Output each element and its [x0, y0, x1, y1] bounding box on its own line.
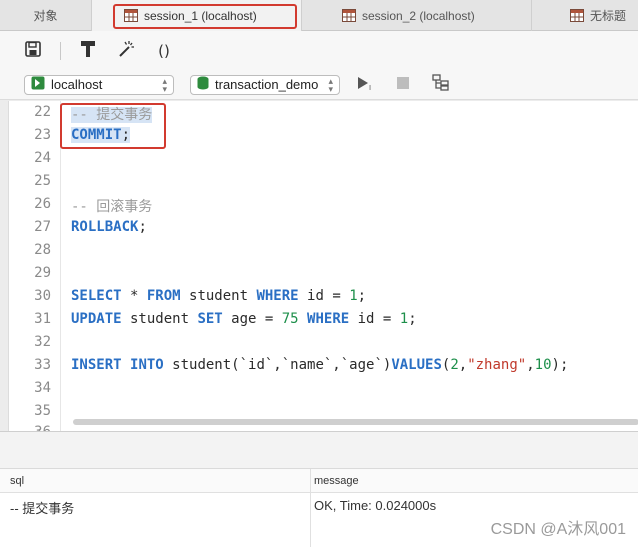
stop-icon: [397, 77, 409, 92]
tab-label: 无标题: [590, 9, 627, 23]
toolbar-divider: [60, 41, 61, 60]
line-number: 32: [34, 334, 51, 350]
tab-label: session_1 (localhost): [144, 8, 257, 23]
code-line: INSERT INTO student(`id`,`name`,`age`)VA…: [71, 357, 569, 373]
code-line: SELECT * FROM student WHERE id = 1;: [71, 288, 367, 304]
sql-editor[interactable]: 22 23 24 25 26 27 28 29 30 31 32 33 34 3…: [8, 101, 638, 431]
save-button[interactable]: [22, 40, 44, 62]
save-icon: [25, 41, 41, 60]
connection-bar: localhost ▴ ▾ transaction_demo ▴ ▾ I: [0, 70, 638, 100]
database-select[interactable]: transaction_demo ▴ ▾: [190, 74, 340, 95]
server-name: localhost: [51, 77, 103, 92]
beautify-icon: [117, 40, 135, 61]
code-line: -- 回滚事务: [71, 199, 153, 215]
results-panel: sql message -- 提交事务 OK, Time: 0.024000s …: [0, 431, 638, 547]
format-icon: [80, 40, 96, 61]
line-number: 35: [34, 403, 51, 419]
parentheses-icon: (): [158, 41, 170, 60]
line-number: 29: [34, 265, 51, 281]
code-line: UPDATE student SET age = 75 WHERE id = 1…: [71, 311, 417, 327]
chevron-updown-icon: ▴ ▾: [162, 75, 167, 94]
chevron-updown-icon: ▴ ▾: [328, 75, 333, 94]
code-line: COMMIT;: [71, 127, 131, 143]
watermark: CSDN @A沐风001: [490, 521, 626, 538]
results-toolbar: [0, 432, 638, 469]
cell-sql: -- 提交事务: [10, 501, 75, 516]
tab-objects[interactable]: 对象: [0, 0, 92, 31]
query-table-icon: [124, 9, 138, 22]
line-number: 26: [34, 196, 51, 212]
server-select[interactable]: localhost ▴ ▾: [24, 74, 174, 95]
tab-label: session_2 (localhost): [362, 8, 475, 23]
line-number: 27: [34, 219, 51, 235]
explain-icon: [432, 74, 450, 95]
horizontal-scrollbar[interactable]: [73, 419, 638, 425]
run-icon: I: [356, 75, 376, 94]
svg-text:I: I: [369, 84, 371, 91]
column-header-message[interactable]: message: [314, 475, 359, 487]
column-header-sql[interactable]: sql: [10, 475, 24, 487]
tab-bar: 对象 session_1 (localhost) session_2 (loca…: [0, 0, 638, 31]
database-name: transaction_demo: [215, 77, 319, 92]
stop-button[interactable]: [392, 74, 414, 96]
line-number: 25: [34, 173, 51, 189]
query-table-icon: [570, 9, 584, 22]
line-number: 33: [34, 357, 51, 373]
line-number: 24: [34, 150, 51, 166]
database-icon: [197, 76, 209, 93]
tab-session-2[interactable]: session_2 (localhost): [302, 0, 532, 31]
line-number: 36: [9, 424, 51, 431]
tab-untitled[interactable]: 无标题: [532, 0, 638, 31]
editor-toolbar: (): [0, 31, 638, 70]
table-row[interactable]: -- 提交事务 OK, Time: 0.024000s: [0, 493, 638, 517]
explain-button[interactable]: [430, 74, 452, 96]
code-line: -- 提交事务: [71, 107, 153, 123]
results-header: sql message: [0, 469, 638, 493]
line-number: 28: [34, 242, 51, 258]
run-button[interactable]: I: [356, 75, 376, 94]
line-number: 34: [34, 380, 51, 396]
code-line: ROLLBACK;: [71, 219, 147, 235]
query-table-icon: [342, 9, 356, 22]
line-number: 23: [34, 127, 51, 143]
connection-icon: [31, 76, 45, 93]
column-divider: [310, 469, 311, 547]
tab-session-1[interactable]: session_1 (localhost): [92, 0, 302, 31]
beautify-button[interactable]: [115, 40, 137, 62]
line-number: 22: [34, 104, 51, 120]
line-number: 31: [34, 311, 51, 327]
cell-message: OK, Time: 0.024000s: [314, 498, 437, 513]
format-button[interactable]: [77, 40, 99, 62]
line-number: 30: [34, 288, 51, 304]
parentheses-button[interactable]: (): [153, 40, 175, 62]
tab-label: 对象: [33, 9, 58, 23]
